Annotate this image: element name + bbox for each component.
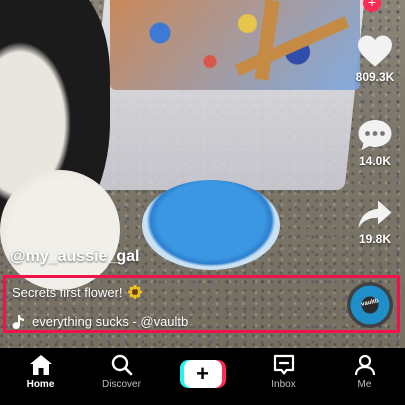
create-button[interactable]: +	[179, 360, 226, 388]
caption-text: Secrets first flower!	[12, 285, 123, 300]
comment-count: 14.0K	[358, 154, 392, 168]
nav-home[interactable]: Home	[6, 348, 76, 390]
share-arrow-icon	[358, 200, 392, 228]
like-count: 809.3K	[355, 70, 395, 84]
sound-disc[interactable]: vaultb	[347, 282, 393, 328]
nav-inbox-label: Inbox	[271, 379, 296, 390]
home-icon	[29, 355, 52, 375]
comment-button[interactable]: 14.0K	[345, 118, 405, 168]
nav-discover-label: Discover	[102, 379, 141, 390]
plus-icon: +	[183, 360, 222, 388]
bottom-nav: Home Discover + Inbox Me	[0, 348, 405, 405]
dog-snout	[0, 170, 120, 290]
search-icon	[111, 354, 132, 376]
heart-icon	[358, 35, 392, 67]
sound-row[interactable]: everything sucks - @vaultb	[12, 314, 188, 329]
profile-icon	[354, 354, 375, 376]
nav-discover[interactable]: Discover	[87, 348, 157, 390]
blue-paint-plate	[142, 180, 280, 270]
share-count: 19.8K	[358, 232, 392, 246]
sunflower-icon	[128, 285, 143, 299]
music-note-icon	[12, 314, 24, 329]
nav-home-label: Home	[26, 379, 55, 390]
sound-name: everything sucks - @vaultb	[32, 314, 189, 329]
nav-create[interactable]: +	[168, 348, 238, 388]
comment-icon	[358, 120, 392, 150]
nav-inbox[interactable]: Inbox	[249, 348, 319, 390]
nav-me-label: Me	[357, 379, 372, 390]
video-caption: Secrets first flower!	[12, 285, 143, 300]
painted-canvas	[110, 0, 360, 90]
disc-label: vaultb	[360, 298, 380, 308]
like-button[interactable]: 809.3K	[345, 34, 405, 84]
nav-me[interactable]: Me	[330, 348, 400, 390]
creator-username[interactable]: @my_aussie_gal	[10, 248, 139, 266]
share-button[interactable]: 19.8K	[345, 198, 405, 246]
inbox-icon	[273, 354, 294, 375]
